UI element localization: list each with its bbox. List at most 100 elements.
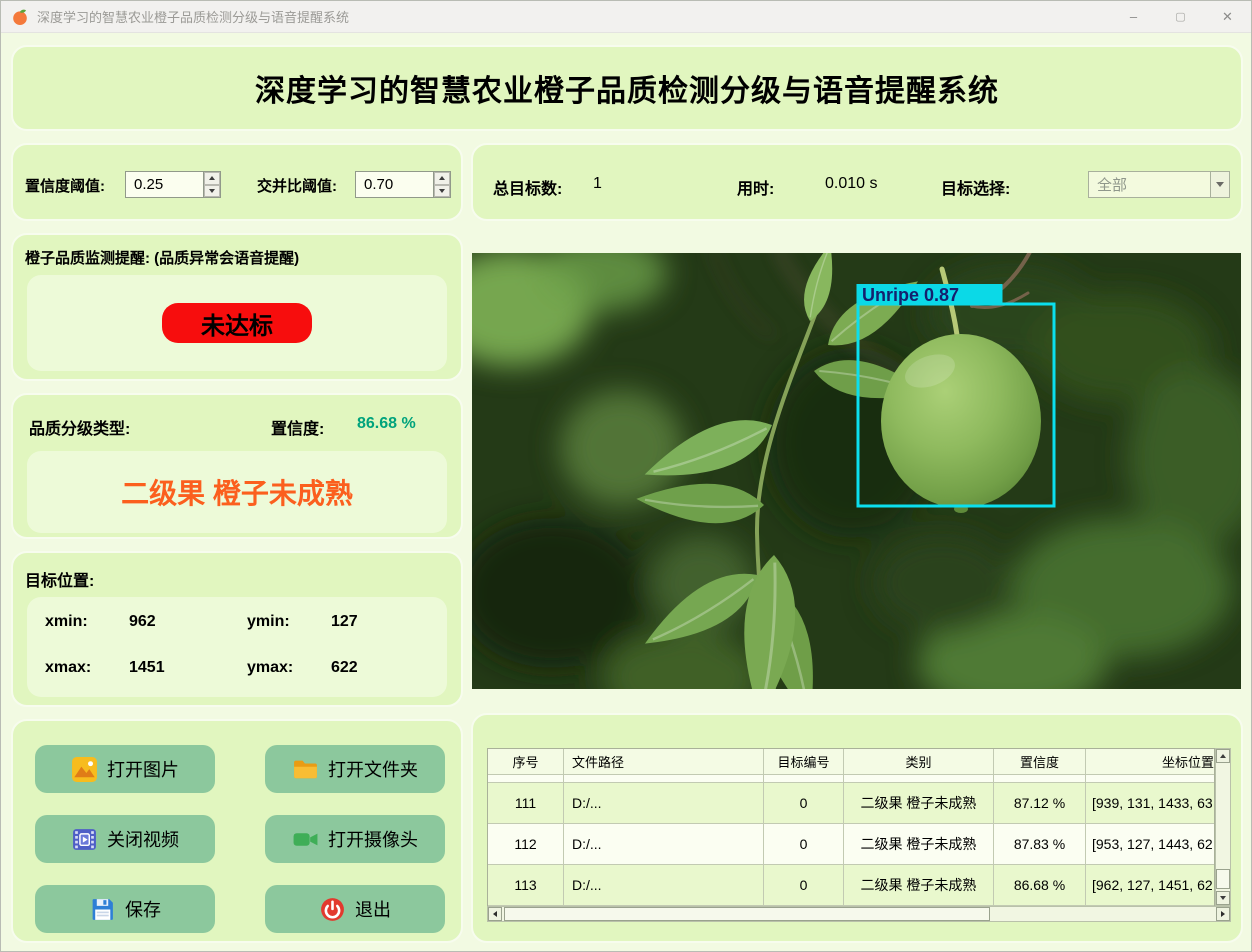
- iou-threshold-label: 交并比阈值:: [257, 178, 337, 195]
- position-row: xmax: 1451 ymax: 622: [27, 659, 447, 681]
- button-label: 打开图片: [107, 760, 179, 780]
- quality-reminder-panel: 橙子品质监测提醒: (品质异常会语音提醒) 未达标: [11, 233, 463, 381]
- cell-path[interactable]: D:/...: [564, 865, 764, 906]
- ymin-label: ymin:: [247, 613, 290, 630]
- ymax-label: ymax:: [247, 659, 294, 676]
- total-targets-label: 总目标数:: [493, 181, 563, 198]
- video-icon: [73, 828, 96, 850]
- table-row[interactable]: 111 D:/... 0 二级果 橙子未成熟 87.12 % [939, 131…: [488, 783, 1214, 824]
- cell-coords[interactable]: [953, 127, 1443, 62: [1086, 824, 1214, 865]
- open-camera-button[interactable]: 打开摄像头: [265, 815, 445, 863]
- cell-index[interactable]: 112: [488, 824, 564, 865]
- iou-threshold-spinner[interactable]: 0.70: [355, 171, 451, 198]
- horizontal-scrollbar[interactable]: [487, 906, 1231, 922]
- iou-threshold-value: 0.70: [364, 176, 394, 193]
- button-label: 打开摄像头: [328, 830, 418, 850]
- button-label: 保存: [125, 900, 161, 920]
- target-position-panel: 目标位置: xmin: 962 ymin: 127 xmax: 1451 yma…: [11, 551, 463, 707]
- cell-conf[interactable]: 87.83 %: [994, 824, 1086, 865]
- grading-type-label: 品质分级类型:: [29, 421, 131, 438]
- open-image-button[interactable]: 打开图片: [35, 745, 215, 793]
- table-header-row: 序号 文件路径 目标编号 类别 置信度 坐标位置: [488, 749, 1214, 775]
- grading-panel: 品质分级类型: 置信度: 86.68 % 二级果 橙子未成熟: [11, 393, 463, 539]
- chevron-down-icon[interactable]: [1210, 172, 1229, 197]
- ymax-value: 622: [331, 659, 358, 676]
- cell-class[interactable]: 二级果 橙子未成熟: [844, 865, 994, 906]
- folder-icon: [294, 760, 317, 778]
- button-label: 退出: [355, 900, 391, 920]
- vertical-scrollbar[interactable]: [1215, 748, 1231, 906]
- scroll-down-icon[interactable]: [1216, 891, 1230, 905]
- cell-class[interactable]: 二级果 橙子未成熟: [844, 824, 994, 865]
- col-header-path[interactable]: 文件路径: [564, 749, 764, 775]
- grading-confidence-value: 86.68 %: [357, 415, 416, 432]
- quality-status-box: 未达标: [27, 275, 447, 371]
- col-header-coords[interactable]: 坐标位置: [1086, 749, 1214, 775]
- scroll-left-icon[interactable]: [488, 907, 502, 921]
- open-folder-button[interactable]: 打开文件夹: [265, 745, 445, 793]
- close-video-button[interactable]: 关闭视频: [35, 815, 215, 863]
- col-header-class[interactable]: 类别: [844, 749, 994, 775]
- confidence-threshold-value: 0.25: [134, 176, 164, 193]
- cell-index[interactable]: 111: [488, 783, 564, 824]
- target-select-label: 目标选择:: [941, 181, 1011, 198]
- col-header-target[interactable]: 目标编号: [764, 749, 844, 775]
- app-orange-icon: [13, 9, 27, 25]
- cell-path[interactable]: D:/...: [564, 783, 764, 824]
- iou-spin-buttons: [433, 172, 450, 197]
- confidence-threshold-label: 置信度阈值:: [25, 178, 105, 195]
- table-row[interactable]: 112 D:/... 0 二级果 橙子未成熟 87.83 % [953, 127…: [488, 824, 1214, 865]
- horizontal-scroll-thumb[interactable]: [504, 907, 990, 921]
- scroll-up-icon[interactable]: [1216, 749, 1230, 763]
- cell-conf[interactable]: 86.68 %: [994, 865, 1086, 906]
- table-partial-row: [488, 775, 1214, 783]
- col-header-index[interactable]: 序号: [488, 749, 564, 775]
- exit-button[interactable]: 退出: [265, 885, 445, 933]
- cell-target[interactable]: 0: [764, 824, 844, 865]
- spin-down-icon[interactable]: [204, 184, 220, 197]
- target-select-value: 全部: [1097, 177, 1128, 194]
- elapsed-time-label: 用时:: [737, 181, 775, 198]
- spin-up-icon[interactable]: [204, 172, 220, 185]
- spin-down-icon[interactable]: [434, 184, 450, 197]
- cell-class[interactable]: 二级果 橙子未成熟: [844, 783, 994, 824]
- cell-target[interactable]: 0: [764, 783, 844, 824]
- orange-photo: Unripe 0.87: [472, 253, 1241, 689]
- save-button[interactable]: 保存: [35, 885, 215, 933]
- col-header-conf[interactable]: 置信度: [994, 749, 1086, 775]
- grading-confidence-label: 置信度:: [271, 421, 325, 438]
- xmax-label: xmax:: [45, 659, 92, 676]
- app-window: { "window": { "title": "深度学习的智慧农业橙子品质检测分…: [0, 0, 1252, 952]
- results-table-panel: 序号 文件路径 目标编号 类别 置信度 坐标位置 111 D:/... 0 二级…: [471, 713, 1243, 943]
- scroll-right-icon[interactable]: [1216, 907, 1230, 921]
- position-row: xmin: 962 ymin: 127: [27, 613, 447, 635]
- table-row[interactable]: 113 D:/... 0 二级果 橙子未成熟 86.68 % [962, 127…: [488, 865, 1214, 906]
- xmin-label: xmin:: [45, 613, 88, 630]
- results-table: 序号 文件路径 目标编号 类别 置信度 坐标位置 111 D:/... 0 二级…: [487, 748, 1231, 922]
- camera-icon: [293, 832, 318, 846]
- window-title: 深度学习的智慧农业橙子品质检测分级与语音提醒系统: [37, 10, 350, 25]
- cell-coords[interactable]: [939, 131, 1433, 63: [1086, 783, 1214, 824]
- cell-target[interactable]: 0: [764, 865, 844, 906]
- threshold-panel: 置信度阈值: 0.25 交并比阈值: 0.70: [11, 143, 463, 221]
- spin-up-icon[interactable]: [434, 172, 450, 185]
- status-badge: 未达标: [162, 303, 312, 343]
- maximize-icon[interactable]: ▢: [1157, 1, 1204, 33]
- cell-conf[interactable]: 87.12 %: [994, 783, 1086, 824]
- minimize-icon[interactable]: –: [1110, 1, 1157, 33]
- save-icon: [92, 898, 113, 920]
- xmin-value: 962: [129, 613, 156, 630]
- confidence-threshold-spinner[interactable]: 0.25: [125, 171, 221, 198]
- titlebar: 深度学习的智慧农业橙子品质检测分级与语音提醒系统 – ▢ ✕: [1, 1, 1251, 33]
- elapsed-time-value: 0.010 s: [825, 175, 878, 192]
- close-icon[interactable]: ✕: [1204, 1, 1251, 33]
- vertical-scroll-thumb[interactable]: [1216, 869, 1230, 889]
- detection-image: Unripe 0.87: [472, 253, 1241, 689]
- target-select-dropdown[interactable]: 全部: [1088, 171, 1230, 198]
- table-grid: 序号 文件路径 目标编号 类别 置信度 坐标位置 111 D:/... 0 二级…: [487, 748, 1215, 906]
- cell-index[interactable]: 113: [488, 865, 564, 906]
- grading-result-text: 二级果 橙子未成熟: [121, 478, 353, 509]
- target-position-box: xmin: 962 ymin: 127 xmax: 1451 ymax: 622: [27, 597, 447, 697]
- cell-path[interactable]: D:/...: [564, 824, 764, 865]
- cell-coords[interactable]: [962, 127, 1451, 62: [1086, 865, 1214, 906]
